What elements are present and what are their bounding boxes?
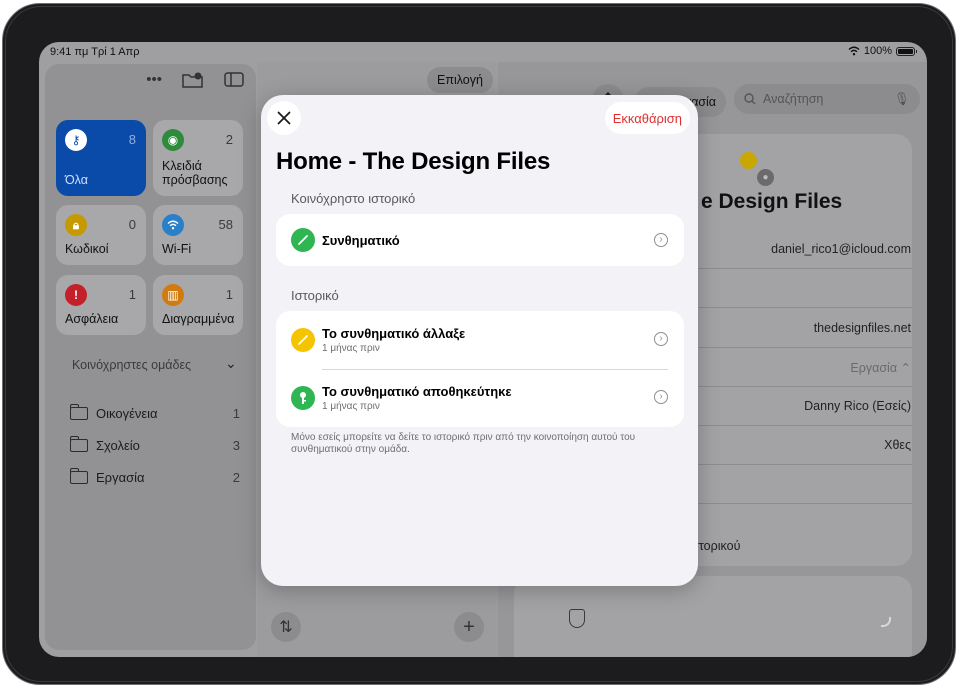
key-icon	[291, 386, 315, 410]
user-icon: ●	[757, 169, 774, 186]
passkey-icon: ◉	[162, 129, 184, 151]
new-folder-icon[interactable]	[182, 72, 204, 88]
status-time: 9:41 πμ Τρί 1 Απρ	[50, 46, 140, 58]
chevron-down-icon[interactable]: ⌄	[225, 355, 237, 372]
wifi-icon	[162, 214, 184, 236]
folder-icon	[69, 435, 88, 452]
shared-folder-icon	[69, 467, 88, 484]
tile-passkeys[interactable]: ◉ 2 Κλειδιά πρόσβασης	[153, 120, 243, 196]
sort-icon[interactable]: ⇅	[271, 612, 301, 642]
history-group: Το συνθηματικό άλλαξε 1 μήνας πριν › Το …	[276, 311, 684, 427]
group-badge-icon	[740, 152, 757, 169]
sidebar: ••• ⚷ 8 Όλα ◉ 2 Κλειδιά πρόσβασης 🔒︎ 0 Κ…	[45, 64, 256, 650]
group-work[interactable]: Εργασία 2	[69, 467, 240, 487]
history-header: Ιστορικό	[291, 288, 339, 303]
pencil-icon	[291, 328, 315, 352]
folder-icon	[69, 403, 88, 420]
tile-all[interactable]: ⚷ 8 Όλα	[56, 120, 146, 196]
detail-modified: Χθες	[884, 438, 911, 452]
search-placeholder: Αναζήτηση	[763, 92, 824, 106]
tile-deleted[interactable]: ▥ 1 Διαγραμμένα	[153, 275, 243, 335]
tile-security[interactable]: ! 1 Ασφάλεια	[56, 275, 146, 335]
detail-website[interactable]: thedesignfiles.net	[814, 321, 911, 335]
sidebar-toggle-icon[interactable]	[224, 72, 244, 87]
detail-title: e Design Files	[701, 190, 843, 213]
select-button[interactable]: Επιλογή	[427, 67, 493, 93]
wifi-status-icon	[848, 46, 860, 56]
tile-codes[interactable]: 🔒︎ 0 Κωδικοί	[56, 205, 146, 265]
close-icon	[277, 111, 291, 125]
chevron-right-icon: ›	[654, 332, 668, 346]
history-sheet: Εκκαθάριση Home - The Design Files Κοινό…	[261, 95, 698, 586]
chevron-right-icon: ›	[654, 390, 668, 404]
battery-percent: 100%	[863, 45, 892, 57]
history-footnote: Μόνο εσείς μπορείτε να δείτε το ιστορικό…	[291, 432, 636, 455]
close-button[interactable]	[267, 101, 301, 135]
detail-email[interactable]: daniel_rico1@icloud.com	[771, 242, 911, 256]
code-lock-icon: 🔒︎	[65, 214, 87, 236]
search-field[interactable]: Αναζήτηση 🎙︎	[734, 84, 920, 114]
more-icon[interactable]: •••	[146, 71, 162, 88]
key-icon: ⚷	[65, 129, 87, 151]
group-family[interactable]: Οικογένεια 1	[69, 403, 240, 423]
status-bar: 9:41 πμ Τρί 1 Απρ 100%	[39, 42, 927, 62]
detail-owner: Danny Rico (Εσείς)	[804, 399, 911, 413]
clear-button[interactable]: Εκκαθάριση	[604, 102, 690, 134]
shield-icon	[569, 609, 585, 628]
shared-history-header: Κοινόχρηστο ιστορικό	[291, 191, 416, 206]
shared-history-group: Συνθηματικό ›	[276, 214, 684, 266]
chevron-right-icon: ›	[654, 233, 668, 247]
shared-groups-header[interactable]: Κοινόχρηστες ομάδες	[72, 358, 191, 372]
alert-icon: !	[65, 284, 87, 306]
battery-icon	[896, 46, 917, 56]
group-school[interactable]: Σχολείο 3	[69, 435, 240, 455]
add-icon[interactable]: +	[454, 612, 484, 642]
tile-wifi[interactable]: 58 Wi-Fi	[153, 205, 243, 265]
microphone-icon[interactable]: 🎙︎	[894, 92, 910, 107]
sheet-title: Home - The Design Files	[276, 148, 551, 175]
history-row-changed[interactable]: Το συνθηματικό άλλαξε 1 μήνας πριν ›	[276, 311, 684, 369]
history-row-saved[interactable]: Το συνθηματικό αποθηκεύτηκε 1 μήνας πριν…	[276, 369, 684, 427]
trash-icon: ▥	[162, 284, 184, 306]
detail-group-select[interactable]: Εργασία ⌃	[850, 360, 911, 375]
shared-history-row[interactable]: Συνθηματικό ›	[276, 214, 684, 266]
pencil-icon	[291, 228, 315, 252]
search-icon	[744, 93, 756, 105]
